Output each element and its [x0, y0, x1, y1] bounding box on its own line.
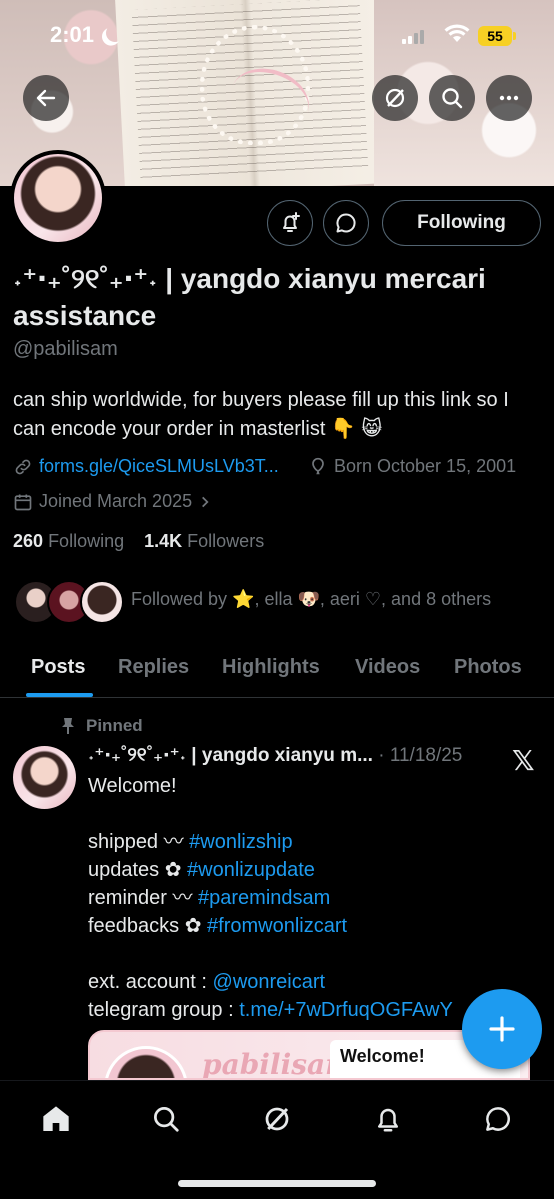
search-icon	[154, 1107, 179, 1132]
profile-link-row[interactable]: forms.gle/QiceSLMUsLVb3T...	[13, 456, 279, 477]
post-author-name: ˖⁺‧₊˚୨୧˚₊‧⁺˖ | yangdo xianyu m...	[88, 745, 373, 766]
nav-grok[interactable]	[257, 1099, 297, 1139]
following-label: Following	[48, 531, 125, 551]
profile-handle: @pabilisam	[13, 338, 118, 360]
link-icon	[15, 459, 31, 474]
followers-count-link[interactable]: 1.4K Followers	[144, 531, 264, 551]
nav-search[interactable]	[146, 1099, 186, 1139]
post-body[interactable]: Welcome! shipped 〰 #wonlizship updates ✿…	[88, 772, 528, 1024]
follow-counts: 260 Following 1.4K Followers	[13, 531, 264, 552]
telegram-link[interactable]: t.me/+7wDrfuqOGFAwY	[239, 999, 453, 1021]
notify-button[interactable]	[267, 200, 313, 246]
calendar-icon	[14, 494, 32, 510]
following-count: 260	[13, 531, 44, 551]
message-button[interactable]	[323, 200, 369, 246]
grok-icon	[265, 1107, 289, 1131]
search-button[interactable]	[429, 75, 475, 121]
followed-by-avatars[interactable]	[14, 580, 124, 626]
bell-plus-icon	[283, 212, 300, 232]
nav-notifications[interactable]	[368, 1099, 408, 1139]
wifi-icon	[444, 24, 470, 42]
status-time: 2:01	[50, 22, 95, 47]
hashtag-link[interactable]: #paremindsam	[198, 887, 330, 909]
tab-posts[interactable]: Posts	[31, 656, 85, 679]
messages-icon	[486, 1107, 510, 1131]
post-line: shipped 〰 #wonlizship	[88, 831, 293, 853]
profile-link[interactable]: forms.gle/QiceSLMUsLVb3T...	[39, 456, 279, 477]
birthday-text: Born October 15, 2001	[334, 456, 517, 476]
pin-icon	[62, 718, 74, 734]
followed-by-text[interactable]: Followed by ⭐, ella 🐶, aeri ♡, and 8 oth…	[131, 589, 491, 610]
nav-messages[interactable]	[478, 1099, 518, 1139]
tab-photos[interactable]: Photos	[454, 656, 522, 679]
chevron-right-icon	[202, 496, 209, 507]
search-icon	[442, 88, 463, 109]
more-icon	[499, 95, 519, 101]
more-button[interactable]	[486, 75, 532, 121]
active-tab-indicator	[26, 693, 93, 697]
post-date: · 11/18/25	[378, 745, 463, 766]
balloon-icon	[312, 457, 324, 474]
joined-text: Joined March 2025	[39, 491, 193, 511]
joined-row[interactable]: Joined March 2025	[13, 491, 212, 512]
battery-indicator: 55	[478, 26, 516, 46]
pinned-label-row: Pinned	[60, 716, 143, 736]
arrow-left-icon	[36, 89, 56, 107]
notifications-icon	[378, 1108, 398, 1132]
post-line: feedbacks ✿ #fromwonlizcart	[88, 915, 348, 937]
avatar	[80, 580, 124, 624]
chat-bubble-icon	[336, 213, 356, 233]
post-line: ext. account : @wonreicart	[88, 971, 326, 993]
post-line: reminder 〰 #paremindsam	[88, 887, 331, 909]
profile-bio: can ship worldwide, for buyers please fi…	[13, 389, 509, 440]
profile-avatar[interactable]	[10, 150, 106, 246]
post-author-avatar[interactable]	[13, 746, 76, 809]
grok-button[interactable]	[372, 75, 418, 121]
compose-button[interactable]	[462, 989, 542, 1069]
hashtag-link[interactable]: #wonlizupdate	[187, 859, 315, 881]
tab-videos[interactable]: Videos	[355, 656, 420, 679]
pinned-label: Pinned	[86, 716, 143, 735]
hashtag-link[interactable]: #wonlizship	[189, 831, 292, 853]
post-greeting: Welcome!	[88, 775, 177, 797]
nav-home[interactable]	[36, 1099, 76, 1139]
media-avatar	[104, 1046, 188, 1078]
mention-link[interactable]: @wonreicart	[213, 971, 326, 993]
tab-replies[interactable]: Replies	[118, 656, 189, 679]
post-header[interactable]: ˖⁺‧₊˚୨୧˚₊‧⁺˖ | yangdo xianyu m... · 11/1…	[88, 744, 488, 767]
birthday-row: Born October 15, 2001	[308, 456, 516, 477]
post-line: updates ✿ #wonlizupdate	[88, 859, 315, 881]
plus-icon	[489, 1016, 515, 1042]
home-indicator	[178, 1180, 376, 1187]
followers-count: 1.4K	[144, 531, 183, 551]
following-count-link[interactable]: 260 Following	[13, 531, 124, 551]
followers-label: Followers	[187, 531, 265, 551]
grok-icon	[385, 88, 405, 108]
cellular-signal-icon	[402, 30, 424, 44]
home-icon	[43, 1106, 69, 1131]
hashtag-link[interactable]: #fromwonlizcart	[207, 915, 347, 937]
back-button[interactable]	[23, 75, 69, 121]
profile-tabs: Posts Replies Highlights Videos Photos	[0, 640, 554, 698]
tab-highlights[interactable]: Highlights	[222, 656, 320, 679]
display-name: ˖⁺‧₊˚୨୧˚₊‧⁺˖ | yangdo xianyu mercari ass…	[13, 263, 486, 331]
following-button[interactable]: Following	[382, 200, 541, 246]
